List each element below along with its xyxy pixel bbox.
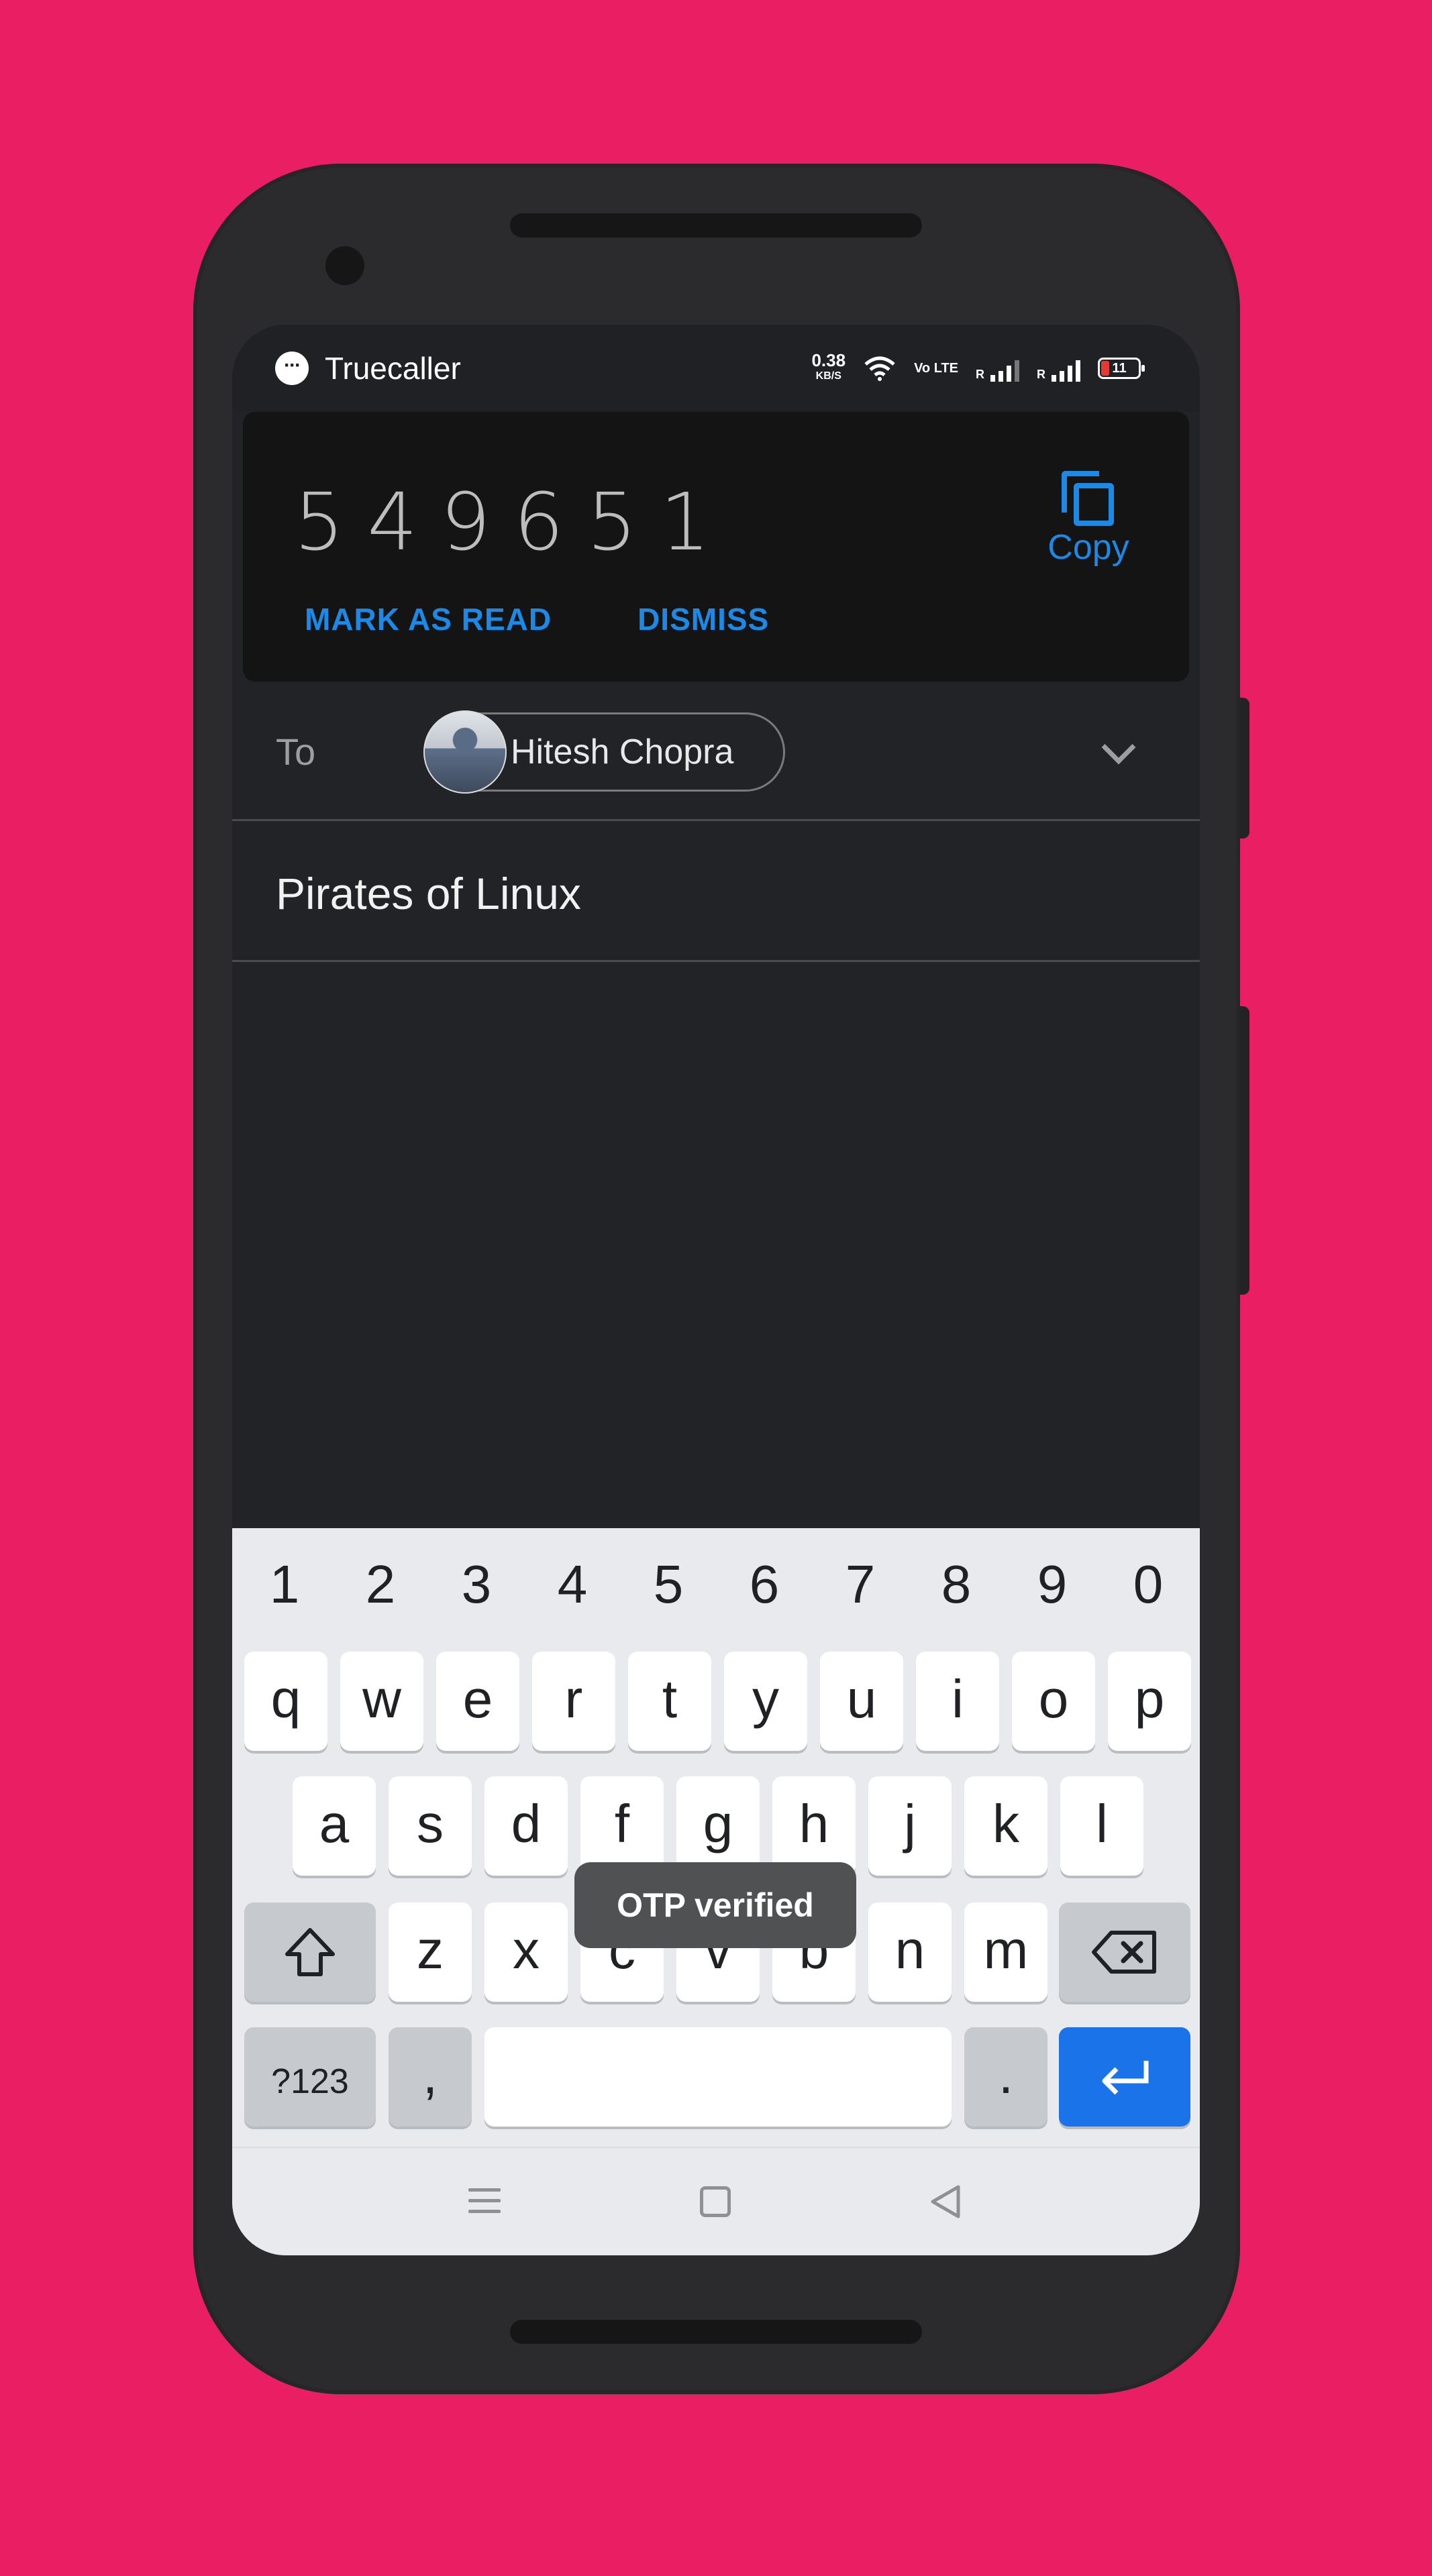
- enter-key[interactable]: [1059, 2027, 1190, 2127]
- key-q[interactable]: q: [244, 1652, 327, 1751]
- enter-icon: [1102, 2061, 1149, 2095]
- bottom-speaker: [510, 2320, 922, 2344]
- key-5[interactable]: 5: [621, 1554, 716, 1615]
- key-0[interactable]: 0: [1101, 1554, 1196, 1615]
- key-7[interactable]: 7: [813, 1554, 908, 1615]
- backspace-key[interactable]: [1059, 1902, 1190, 2002]
- chevron-down-icon[interactable]: [1101, 730, 1136, 765]
- key-o[interactable]: o: [1012, 1652, 1095, 1751]
- menu-icon[interactable]: [468, 2188, 501, 2214]
- key-g[interactable]: g: [676, 1776, 760, 1876]
- key-w[interactable]: w: [340, 1652, 423, 1751]
- shift-icon: [285, 1928, 335, 1976]
- number-row: 1 2 3 4 5 6 7 8 9 0: [232, 1528, 1200, 1642]
- key-8[interactable]: 8: [909, 1554, 1004, 1615]
- signal-strength-icon-1: R: [976, 355, 1019, 382]
- avatar: [423, 710, 507, 794]
- key-f[interactable]: f: [580, 1776, 664, 1876]
- battery-icon: 11: [1098, 358, 1145, 379]
- otp-code: 549651: [294, 476, 733, 568]
- key-6[interactable]: 6: [717, 1554, 812, 1615]
- copy-button[interactable]: Copy: [1021, 471, 1156, 578]
- key-u[interactable]: u: [820, 1652, 903, 1751]
- key-y[interactable]: y: [724, 1652, 807, 1751]
- volume-button: [1240, 698, 1249, 839]
- key-4[interactable]: 4: [525, 1554, 620, 1615]
- key-h[interactable]: h: [772, 1776, 856, 1876]
- signal-strength-icon-2: R: [1037, 355, 1080, 382]
- home-icon[interactable]: [700, 2186, 731, 2217]
- dismiss-button[interactable]: DISMISS: [637, 601, 769, 637]
- back-icon[interactable]: [927, 2183, 965, 2220]
- shift-key[interactable]: [244, 1902, 376, 2002]
- key-d[interactable]: d: [484, 1776, 568, 1876]
- key-3[interactable]: 3: [429, 1554, 524, 1615]
- key-l[interactable]: l: [1060, 1776, 1143, 1876]
- power-button: [1240, 1006, 1249, 1295]
- top-speaker: [510, 213, 922, 237]
- status-indicators: 0.38 KB/S Vo LTE R R 11: [811, 350, 1145, 384]
- key-s[interactable]: s: [389, 1776, 472, 1876]
- copy-label: Copy: [1047, 528, 1129, 567]
- toast-message: OTP verified: [574, 1862, 856, 1948]
- backspace-icon: [1092, 1931, 1156, 1974]
- recipient-chip[interactable]: Hitesh Chopra: [423, 710, 785, 794]
- key-j[interactable]: j: [868, 1776, 952, 1876]
- otp-notification-card: 549651 Copy MARK AS READ DISMISS: [243, 412, 1189, 682]
- recipient-name: Hitesh Chopra: [511, 733, 734, 771]
- phone-screen: Truecaller 0.38 KB/S Vo LTE R R 11: [232, 325, 1200, 2255]
- navigation-bar: [232, 2147, 1200, 2255]
- key-t[interactable]: t: [628, 1652, 711, 1751]
- symbols-key[interactable]: ?123: [244, 2027, 376, 2127]
- subject-text: Pirates of Linux: [276, 869, 581, 918]
- key-e[interactable]: e: [436, 1652, 519, 1751]
- key-2[interactable]: 2: [333, 1554, 428, 1615]
- key-m[interactable]: m: [964, 1902, 1047, 2002]
- truecaller-message-icon: [275, 352, 309, 385]
- otp-actions: MARK AS READ DISMISS: [305, 601, 769, 637]
- volte-indicator: Vo LTE: [914, 361, 958, 376]
- key-x[interactable]: x: [484, 1902, 568, 2002]
- status-bar: Truecaller 0.38 KB/S Vo LTE R R 11: [232, 325, 1200, 412]
- key-r[interactable]: r: [532, 1652, 615, 1751]
- to-label: To: [276, 731, 316, 773]
- key-k[interactable]: k: [964, 1776, 1047, 1876]
- key-i[interactable]: i: [916, 1652, 999, 1751]
- recipient-row: To Hitesh Chopra: [232, 682, 1200, 821]
- key-z[interactable]: z: [389, 1902, 472, 2002]
- period-key[interactable]: .: [964, 2027, 1047, 2127]
- space-key[interactable]: [484, 2027, 952, 2127]
- subject-field[interactable]: Pirates of Linux: [232, 821, 1200, 962]
- key-9[interactable]: 9: [1005, 1554, 1100, 1615]
- comma-key[interactable]: ,: [389, 2027, 472, 2127]
- front-camera: [325, 246, 364, 285]
- key-n[interactable]: n: [868, 1902, 952, 2002]
- copy-icon: [1062, 471, 1115, 526]
- network-speed: 0.38 KB/S: [811, 350, 846, 382]
- wifi-icon: [864, 356, 895, 381]
- mark-as-read-button[interactable]: MARK AS READ: [305, 601, 552, 637]
- key-a[interactable]: a: [293, 1776, 376, 1876]
- status-app-name: Truecaller: [325, 351, 461, 386]
- key-p[interactable]: p: [1108, 1652, 1191, 1751]
- key-1[interactable]: 1: [237, 1554, 332, 1615]
